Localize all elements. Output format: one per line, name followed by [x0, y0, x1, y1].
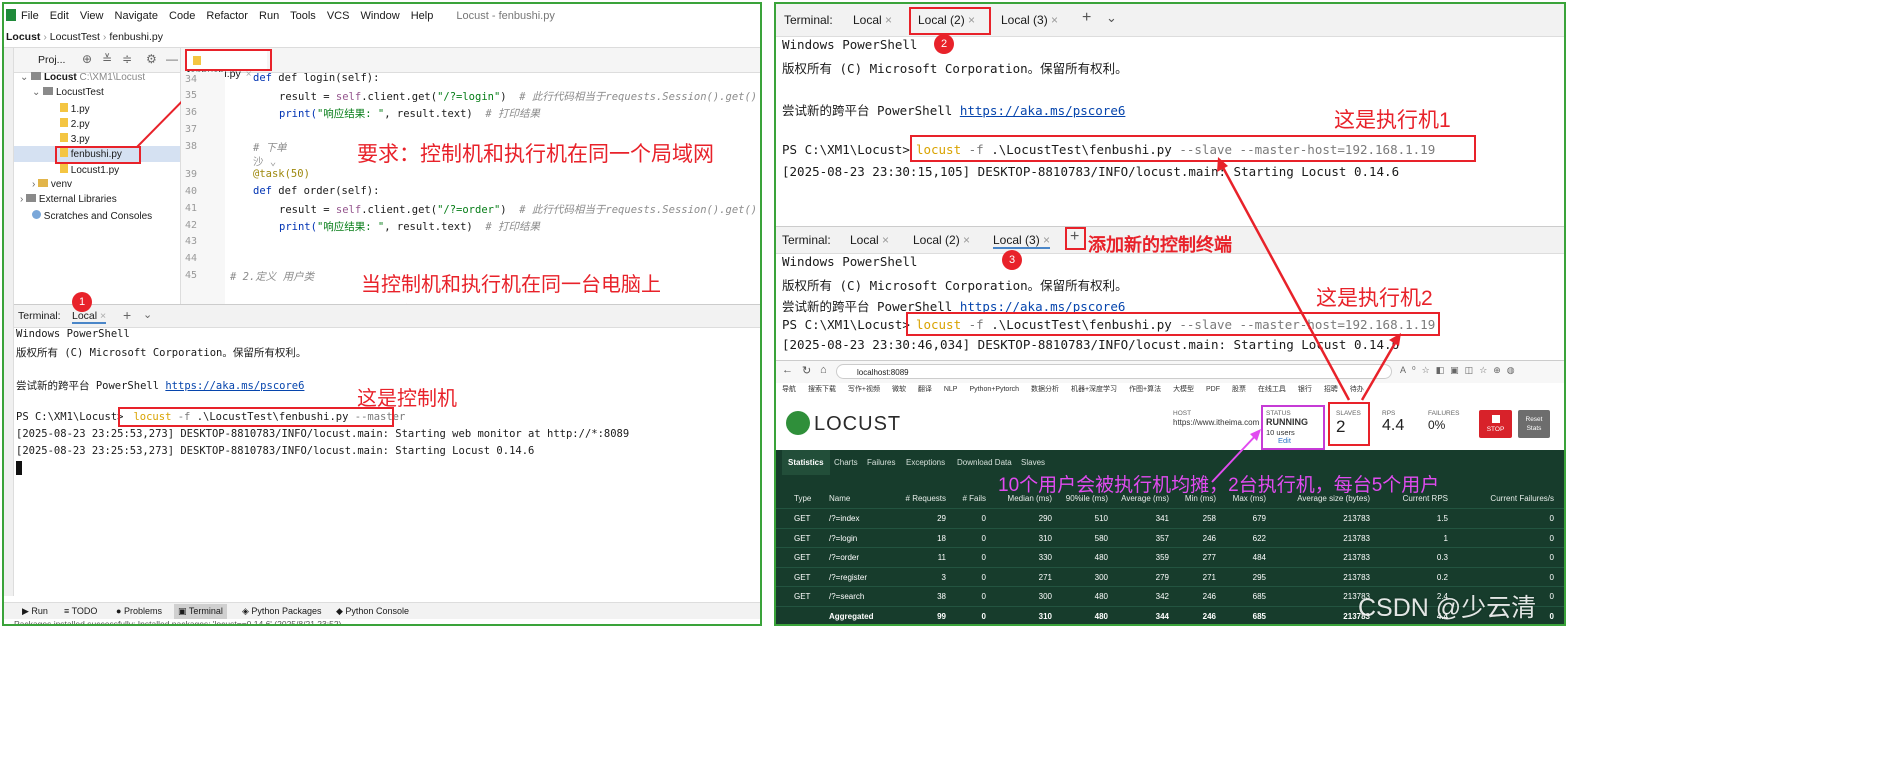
line-number: 35: [185, 90, 198, 101]
add-terminal-icon[interactable]: +: [123, 307, 131, 323]
bottom-tab-python-packages[interactable]: ◈ Python Packages: [242, 606, 321, 617]
annotation-same-pc-line1: 当控制机和执行机在同一台电脑上: [361, 274, 661, 296]
term-line: Windows PowerShell: [16, 328, 130, 340]
code-line-35: result = self.client.get("/?=login") # 此…: [279, 91, 758, 103]
line-number: 43: [185, 236, 198, 247]
line-number: 45: [185, 270, 198, 281]
badge-1: 1: [72, 292, 92, 312]
cursor: [16, 461, 22, 475]
code-line-38b: 沙 ⌄: [253, 156, 277, 168]
line-number: 38: [185, 141, 198, 152]
code-line-46: # 2.定义 用户类: [230, 271, 315, 283]
terminal-label: Terminal:: [18, 310, 61, 322]
code-line-41: result = self.client.get("/?=order") # 此…: [279, 204, 758, 216]
bottom-tab-problems[interactable]: ● Problems: [116, 606, 162, 616]
pscore-link[interactable]: https://aka.ms/pscore6: [165, 380, 304, 392]
code-line-34: def def login(self):: [253, 72, 380, 84]
code-line-42: print("响应结果: ", result.text) # 打印结果: [279, 221, 541, 233]
line-number: 39: [185, 169, 198, 180]
bottom-tab-todo[interactable]: ≡ TODO: [64, 606, 97, 616]
code-line-40: def def order(self):: [253, 185, 380, 197]
chevron-down-icon[interactable]: ⌄: [143, 308, 152, 321]
annotation-controller: 这是控制机: [357, 388, 457, 410]
line-number: 37: [185, 124, 198, 135]
term-line: [2025-08-23 23:25:53,273] DESKTOP-881078…: [16, 428, 630, 440]
bottom-tab-terminal[interactable]: ▣ Terminal: [174, 604, 227, 619]
line-number: 42: [185, 220, 198, 231]
term-line: [2025-08-23 23:25:53,273] DESKTOP-881078…: [16, 445, 535, 457]
line-number: 44: [185, 253, 198, 264]
terminal-tab-bar: Terminal: Local × + ⌄: [14, 304, 760, 328]
right-panel: Terminal: Local × Local (2) × Local (3) …: [774, 2, 1566, 626]
terminal-tab-local[interactable]: Local ×: [72, 310, 107, 324]
left-ide-panel: File Edit View Navigate Code Refactor Ru…: [2, 2, 762, 626]
highlight-master-cmd: [118, 407, 394, 427]
annotation-requirement: 要求：控制机和执行机在同一个局域网: [357, 143, 714, 166]
term-line: 尝试新的跨平台 PowerShell https://aka.ms/pscore…: [16, 380, 305, 392]
line-number: 34: [185, 74, 198, 85]
bottom-tool-bar: ▶ Run ≡ TODO ● Problems ▣ Terminal ◈ Pyt…: [4, 602, 760, 619]
code-line-38: # 下单: [253, 142, 287, 154]
line-number: 40: [185, 186, 198, 197]
status-line: Packages installed successfully: Install…: [14, 619, 342, 626]
bottom-tab-run[interactable]: ▶ Run: [22, 606, 48, 617]
line-number: 41: [185, 203, 198, 214]
code-line-39: @task(50): [253, 168, 310, 180]
annotation-arrows: [1211, 157, 1401, 483]
line-number: 36: [185, 107, 198, 118]
term-line: 版权所有 (C) Microsoft Corporation。保留所有权利。: [16, 347, 307, 359]
bottom-tab-python-console[interactable]: ◆ Python Console: [336, 606, 409, 617]
code-line-36: print("响应结果: ", result.text) # 打印结果: [279, 108, 541, 120]
